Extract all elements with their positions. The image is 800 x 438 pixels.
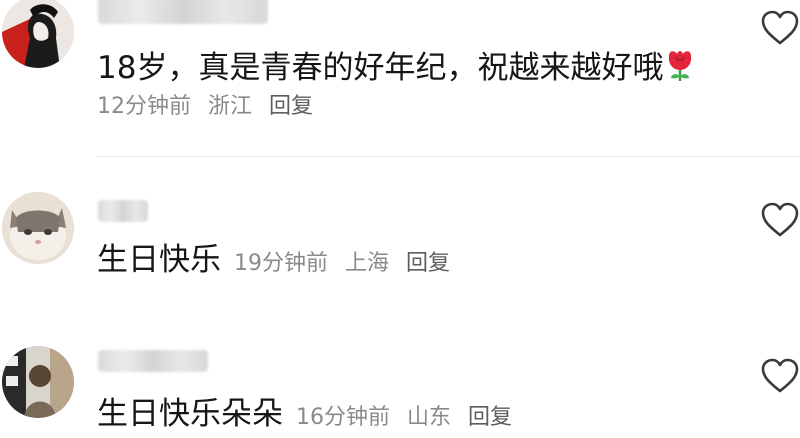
- username-blurred[interactable]: [98, 0, 268, 24]
- avatar[interactable]: [2, 0, 74, 68]
- avatar[interactable]: [2, 346, 74, 418]
- divider: [96, 156, 800, 157]
- username-blurred[interactable]: [98, 200, 148, 222]
- comment-text-body: 生日快乐: [97, 242, 221, 278]
- comment-location: 上海: [345, 251, 390, 276]
- comment-time: 12分钟前: [97, 94, 191, 119]
- comment-meta: 12分钟前 浙江 回复: [97, 92, 323, 122]
- heart-outline-icon[interactable]: [760, 10, 800, 46]
- comment-location: 山东: [407, 405, 452, 430]
- comment-location: 浙江: [208, 94, 253, 119]
- comment-item: 生日快乐朵朵 16分钟前 山东 回复: [0, 340, 800, 432]
- comment-text-body: 18岁，真是青春的好年纪，祝越来越好哦: [97, 50, 664, 86]
- reply-button[interactable]: 回复: [269, 94, 313, 119]
- reply-button[interactable]: 回复: [406, 251, 450, 276]
- comment-text: 生日快乐 19分钟前 上海 回复: [97, 240, 460, 284]
- heart-outline-icon[interactable]: [760, 358, 800, 394]
- comment-item: 生日快乐 19分钟前 上海 回复: [0, 188, 800, 338]
- comment-item: 18岁，真是青春的好年纪，祝越来越好哦 12分钟前 浙江 回复: [0, 0, 800, 156]
- comment-time: 16分钟前: [296, 405, 390, 430]
- comment-meta: 16分钟前 山东 回复: [289, 405, 522, 430]
- comment-meta: 19分钟前 上海 回复: [227, 251, 460, 276]
- comment-text-body: 生日快乐朵朵: [97, 396, 283, 432]
- comment-time: 19分钟前: [234, 251, 328, 276]
- avatar[interactable]: [2, 192, 74, 264]
- comment-text: 生日快乐朵朵 16分钟前 山东 回复: [97, 394, 522, 438]
- comment-text: 18岁，真是青春的好年纪，祝越来越好哦: [97, 48, 695, 92]
- username-blurred[interactable]: [98, 350, 208, 372]
- heart-outline-icon[interactable]: [760, 202, 800, 238]
- reply-button[interactable]: 回复: [468, 405, 512, 430]
- rose-emoji: [665, 48, 695, 92]
